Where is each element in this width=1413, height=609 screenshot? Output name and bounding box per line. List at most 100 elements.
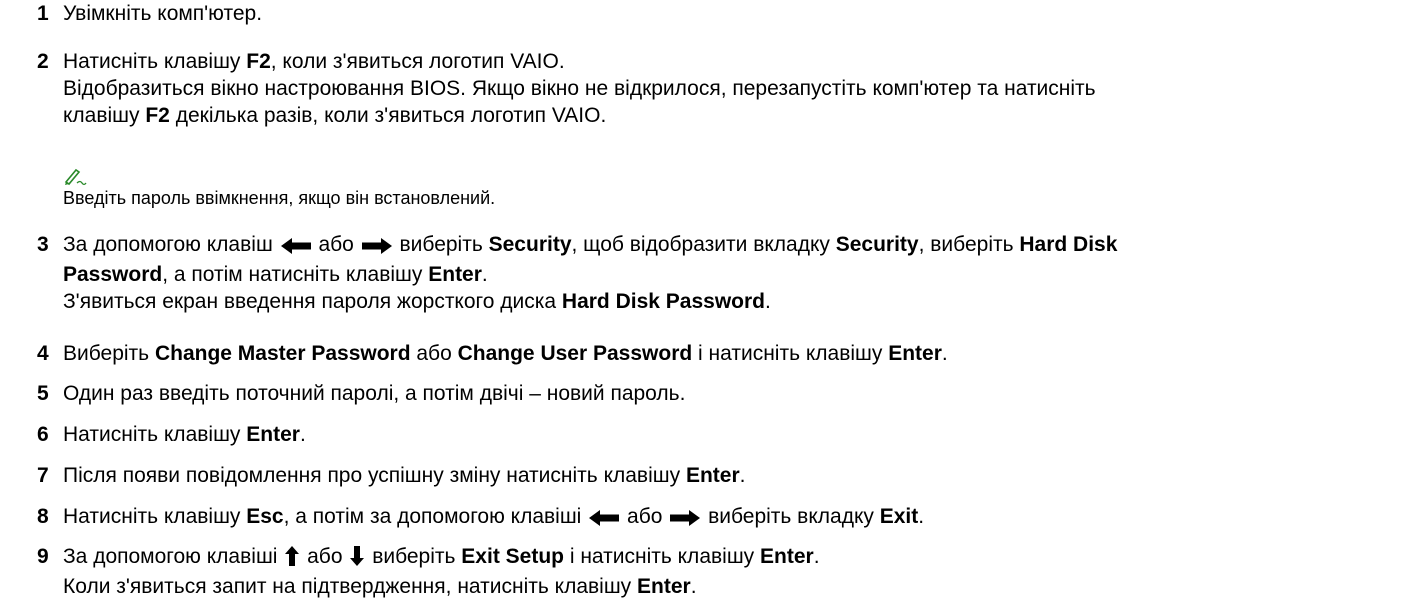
text-run: виберіть: [366, 545, 462, 568]
bold-term: Exit Setup: [461, 545, 564, 568]
bold-term: F2: [246, 50, 271, 73]
step-9: 9 За допомогою клавіші або виберіть Exit…: [0, 543, 820, 600]
text-run: З'явиться екран введення пароля жорстког…: [63, 290, 562, 313]
text-run: , а потім за допомогою клавіші: [283, 505, 588, 528]
step-line: клавішу F2 декілька разів, коли з'явитьс…: [63, 102, 1096, 129]
bold-term: Enter: [685, 464, 740, 487]
bold-term: Password: [63, 263, 163, 286]
text-run: , щоб відобразити вкладку: [571, 233, 836, 256]
note-block: Введіть пароль ввімкнення, якщо він вста…: [0, 166, 495, 210]
bold-term: Hard Disk Password: [561, 290, 765, 313]
step-8: 8 Натисніть клавішу Esc, а потім за допо…: [0, 503, 924, 533]
bold-term: Enter: [637, 575, 691, 598]
text-run: клавішу: [63, 104, 146, 127]
arrow-left-icon: [589, 506, 620, 533]
text-run: .: [739, 464, 746, 487]
step-text: Натисніть клавішу Esc, а потім за допомо…: [63, 503, 924, 533]
text-run: або: [301, 545, 349, 568]
bold-term: Change Master Password: [154, 342, 411, 365]
arrow-left-icon: [280, 234, 311, 261]
bold-term: Hard Disk: [1019, 233, 1118, 256]
step-text: Виберіть Change Master Password або Chan…: [63, 340, 948, 367]
step-text: Увімкніть комп'ютер.: [63, 0, 262, 27]
step-number: 5: [37, 382, 49, 405]
step-line: Password, а потім натисніть клавішу Ente…: [63, 261, 1117, 288]
step-number: 2: [37, 50, 49, 73]
text-run: , а потім натисніть клавішу: [162, 263, 429, 286]
step-1: 1 Увімкніть комп'ютер.: [0, 0, 262, 27]
bold-term: Enter: [760, 545, 814, 568]
step-5: 5 Один раз введіть поточний паролі, а по…: [0, 380, 685, 407]
text-run: Один раз введіть поточний паролі, а поті…: [63, 382, 686, 405]
bold-term: Enter: [428, 263, 482, 286]
step-text: За допомогою клавіш або виберіть Securit…: [63, 231, 1117, 315]
step-number: 1: [37, 2, 49, 25]
bold-term: Enter: [888, 342, 942, 365]
step-number: 3: [37, 233, 49, 256]
step-text: За допомогою клавіші або виберіть Exit S…: [63, 543, 820, 600]
text-run: і натисніть клавішу: [563, 545, 760, 568]
text-run: або: [621, 505, 669, 528]
text-run: Увімкніть комп'ютер.: [63, 2, 263, 25]
text-run: виберіть: [393, 233, 489, 256]
bold-term: Esc: [246, 505, 284, 528]
step-2: 2 Натисніть клавішу F2, коли з'явиться л…: [0, 48, 1096, 129]
text-run: Коли з'явиться запит на підтвердження, н…: [63, 575, 638, 598]
step-3: 3 За допомогою клавіш або виберіть Secur…: [0, 231, 1117, 315]
step-line: Натисніть клавішу Esc, а потім за допомо…: [63, 503, 924, 533]
text-run: або: [410, 342, 458, 365]
arrow-right-icon: [361, 234, 392, 261]
step-line: Увімкніть комп'ютер.: [63, 0, 262, 27]
text-run: Натисніть клавішу: [63, 423, 247, 446]
step-number: 8: [37, 505, 49, 528]
text-run: Відобразиться вікно настроювання BIOS. Я…: [63, 77, 1096, 100]
note-text: Введіть пароль ввімкнення, якщо він вста…: [63, 188, 496, 208]
arrow-right-icon: [670, 506, 701, 533]
text-run: .: [765, 290, 771, 313]
pencil-note-icon: [64, 168, 87, 186]
text-run: декілька разів, коли з'явиться логотип V…: [169, 104, 607, 127]
bold-term: F2: [145, 104, 170, 127]
text-run: Виберіть: [63, 342, 155, 365]
text-run: Натисніть клавішу: [63, 505, 247, 528]
page: { "steps": [ { "number": "1", "lines": […: [0, 0, 1413, 609]
text-run: .: [690, 575, 697, 598]
arrow-down-icon: [350, 546, 365, 573]
text-run: Натисніть клавішу: [63, 50, 247, 73]
step-line: Натисніть клавішу Enter.: [63, 421, 306, 448]
bold-term: Security: [835, 233, 919, 256]
text-run: .: [918, 505, 925, 528]
text-run: .: [813, 545, 820, 568]
step-text: Натисніть клавішу Enter.: [63, 421, 306, 448]
text-run: Після появи повідомлення про успішну змі…: [63, 464, 686, 487]
text-run: або: [312, 233, 360, 256]
bold-term: Exit: [879, 505, 919, 528]
step-line: За допомогою клавіш або виберіть Securit…: [63, 231, 1117, 261]
text-run: За допомогою клавіші: [63, 545, 284, 568]
step-text: Один раз введіть поточний паролі, а поті…: [63, 380, 685, 407]
step-text: Натисніть клавішу F2, коли з'явиться лог…: [63, 48, 1096, 129]
step-line: Виберіть Change Master Password або Chan…: [63, 340, 948, 367]
step-line: За допомогою клавіші або виберіть Exit S…: [63, 543, 820, 573]
step-number: 6: [37, 423, 49, 446]
step-number: 7: [37, 464, 49, 487]
step-number: 4: [37, 342, 49, 365]
arrow-up-icon: [285, 546, 300, 573]
text-run: .: [299, 423, 306, 446]
step-line: Коли з'явиться запит на підтвердження, н…: [63, 573, 820, 600]
step-4: 4 Виберіть Change Master Password або Ch…: [0, 340, 948, 367]
bold-term: Enter: [246, 423, 300, 446]
text-run: , коли з'явиться логотип VAIO.: [270, 50, 565, 73]
text-run: і натисніть клавішу: [692, 342, 889, 365]
step-line: Один раз введіть поточний паролі, а поті…: [63, 380, 685, 407]
bold-term: Security: [488, 233, 572, 256]
text-run: .: [481, 263, 488, 286]
text-run: За допомогою клавіш: [63, 233, 279, 256]
text-run: виберіть вкладку: [702, 505, 880, 528]
step-line: Натисніть клавішу F2, коли з'явиться лог…: [63, 48, 1096, 75]
bold-term: Change User Password: [457, 342, 693, 365]
step-line: Після появи повідомлення про успішну змі…: [63, 462, 745, 489]
step-line: З'явиться екран введення пароля жорстког…: [63, 288, 1117, 315]
text-run: .: [941, 342, 948, 365]
step-number: 9: [37, 545, 49, 568]
